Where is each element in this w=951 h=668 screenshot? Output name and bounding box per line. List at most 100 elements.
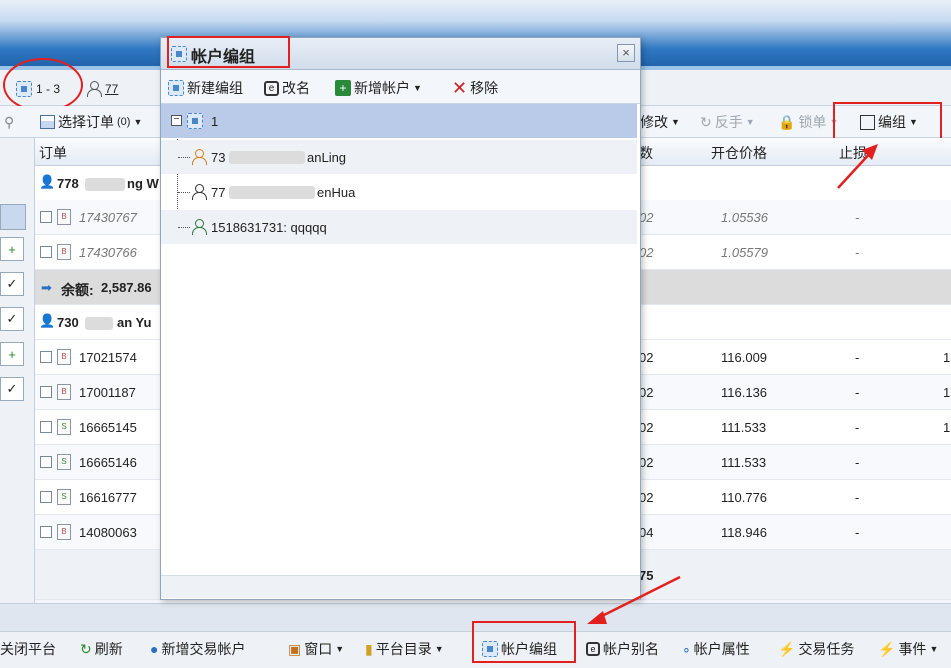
alias-icon: e [586,642,600,656]
col-count[interactable]: 数 [639,143,653,163]
tree-node-account[interactable]: 1518631731: qqqqq [161,210,637,244]
stop-loss-cell: - [855,490,860,505]
search-icon[interactable]: ⚲ [4,106,14,138]
tree-connector [178,157,190,158]
order-id: 17430766 [79,245,137,260]
close-platform-label: 关闭平台 [0,641,56,657]
stop-loss-cell: - [855,455,860,470]
refresh-button[interactable]: ↻ 刷新 [80,639,123,659]
check-icon[interactable]: ✓ [0,307,24,331]
modify-button[interactable]: 修改 ▼ [640,106,680,138]
row-checkbox[interactable] [40,351,52,363]
list-icon [40,115,55,129]
check-icon[interactable]: ✓ [0,377,24,401]
tree-node-prefix: 73 [211,150,226,165]
row-checkbox[interactable] [40,211,52,223]
close-icon[interactable]: × [617,44,635,62]
lock-button[interactable]: 🔒 锁单 ▼ [778,106,838,138]
tree-root-label: 1 [211,114,219,129]
user-icon [86,81,102,97]
close-platform-button[interactable]: 关闭平台 [0,639,56,659]
buy-doc-icon: B [57,244,71,260]
dialog-statusbar [161,575,640,598]
row-checkbox[interactable] [40,386,52,398]
stop-loss-cell: - [855,420,860,435]
new-group-button[interactable]: 新建编组 [168,78,243,98]
chevron-down-icon: ▼ [929,644,939,654]
open-price-cell: 1.05536 [721,210,768,225]
lock-label: 锁单 [798,114,827,130]
order-id: 17430767 [79,210,137,225]
add-trade-account-button[interactable]: ● 新增交易帐户 [150,639,245,659]
new-group-label: 新建编组 [187,80,243,96]
col-open-price[interactable]: 开仓价格 [711,143,767,163]
add-account-label: 新增帐户 [354,80,410,96]
group2-suffix: an Yu [117,315,152,330]
lock-icon: 🔒 [778,113,796,130]
tree-node-prefix: 77 [211,185,226,200]
annotation-circle [3,58,83,112]
tree-root-node[interactable]: − 1 [161,104,637,138]
tree-node-account[interactable]: 77 enHua [161,175,637,209]
redacted-text [229,186,315,199]
group1-name: 778 [57,176,79,191]
count-cell: 02 [639,455,654,470]
platform-dir-button[interactable]: ▮ 平台目录 ▼ [365,639,444,659]
select-orders-button[interactable]: 选择订单 (0) ▼ [40,106,142,138]
count-cell: 04 [639,525,654,540]
group-icon [187,113,203,129]
tree-node-account[interactable]: 73 anLing [161,140,637,174]
redacted-text [85,317,113,331]
order-id: 14080063 [79,525,137,540]
row-checkbox[interactable] [40,491,52,503]
folder-icon: ▮ [365,640,373,657]
left-strip-selected[interactable] [0,204,26,230]
stop-loss-cell: - [855,210,860,225]
tree-node-label: 1518631731: qqqqq [211,220,327,235]
add-user-icon[interactable]: + [0,237,24,261]
col-order[interactable]: 订单 [39,143,67,163]
rename-button[interactable]: e 改名 [264,78,310,98]
open-price-cell: 1.05579 [721,245,768,260]
add-trade-account-label: 新增交易帐户 [161,641,246,657]
trade-tasks-button[interactable]: ⚡ 交易任务 [778,639,854,659]
add-user-icon[interactable]: + [0,342,24,366]
arrow-right-icon: ➡ [41,280,52,295]
refresh-icon: ↻ [80,640,92,657]
row-checkbox[interactable] [40,456,52,468]
platform-dir-label: 平台目录 [375,641,432,657]
account-tab-2-label: 77 [105,82,119,96]
account-alias-button[interactable]: e 帐户别名 [586,639,659,659]
rename-label: 改名 [282,80,310,96]
row-checkbox[interactable] [40,421,52,433]
balance-value: 2,587.86 [101,280,152,295]
remove-button[interactable]: ✕ 移除 [452,78,498,98]
events-button[interactable]: ⚡ 事件 ▼ [878,639,938,659]
collapse-icon[interactable]: − [171,115,182,126]
tree-connector [178,227,190,228]
tree-node-suffix: enHua [317,185,356,200]
col-stop-loss[interactable]: 止损 [839,143,867,163]
chevron-down-icon: ▼ [745,117,755,127]
add-account-button[interactable]: + 新增帐户 ▼ [335,78,422,98]
trade-tasks-label: 交易任务 [798,641,855,657]
select-orders-count: (0) [117,116,131,128]
count-cell: 02 [639,245,654,260]
row-checkbox[interactable] [40,246,52,258]
redacted-text [85,178,125,192]
check-icon[interactable]: ✓ [0,272,24,296]
extra-cell: 1 [943,350,951,365]
account-props-button[interactable]: ∘ 帐户属性 [682,639,750,659]
add-account-icon: ● [150,641,159,657]
user-icon [191,184,207,200]
account-tab-2[interactable]: 77 [86,78,118,100]
open-price-cell: 116.009 [721,350,768,365]
row-checkbox[interactable] [40,526,52,538]
window-button[interactable]: ▣ 窗口 ▼ [288,639,344,659]
open-price-cell: 118.946 [721,525,768,540]
task-icon: ⚡ [778,640,796,657]
account-props-label: 帐户属性 [693,641,750,657]
buy-doc-icon: B [57,384,71,400]
open-price-cell: 111.533 [721,455,767,470]
reverse-button[interactable]: ↻ 反手 ▼ [700,106,755,138]
